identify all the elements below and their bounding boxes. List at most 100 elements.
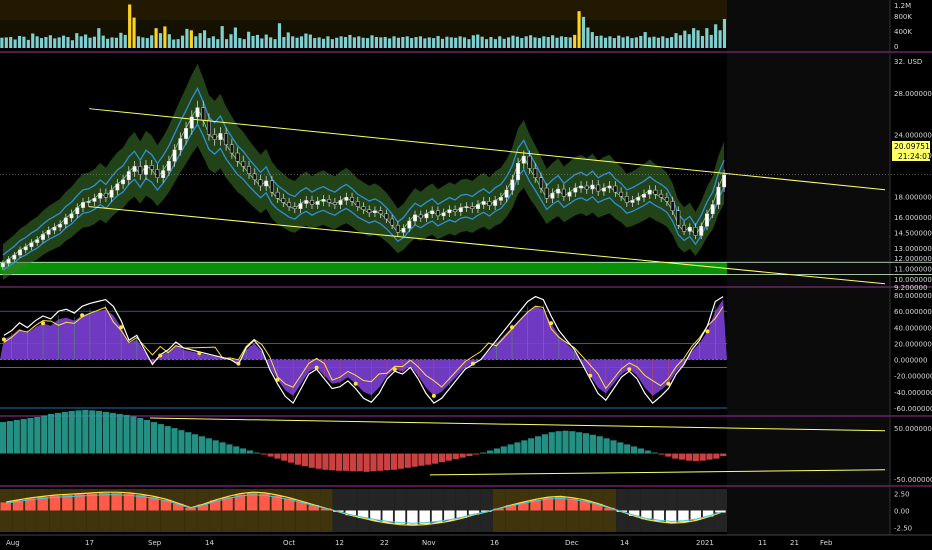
histogram-bar bbox=[41, 415, 48, 454]
candle bbox=[556, 188, 561, 194]
histogram-bar bbox=[6, 421, 14, 454]
volume-bar bbox=[260, 38, 264, 48]
candle bbox=[206, 119, 211, 135]
volume-bar bbox=[546, 37, 550, 48]
histogram-bar bbox=[123, 414, 130, 454]
candle bbox=[607, 185, 612, 189]
oscillator-dot bbox=[236, 361, 241, 366]
volume-bar bbox=[639, 35, 643, 48]
volume-bar bbox=[687, 34, 691, 48]
histogram-bar bbox=[116, 413, 123, 454]
candle bbox=[453, 209, 458, 213]
candle bbox=[613, 185, 618, 193]
volume-bar bbox=[247, 31, 251, 48]
histogram-bar bbox=[404, 453, 411, 468]
bottom-y-tick: -2.50 bbox=[894, 524, 912, 532]
histogram-bar bbox=[630, 446, 638, 454]
bottom-y-tick: 0.00 bbox=[894, 508, 910, 516]
candle bbox=[332, 202, 337, 205]
candle bbox=[166, 161, 171, 171]
histogram-bar bbox=[13, 420, 20, 454]
volume-bar bbox=[128, 4, 132, 49]
histogram-bar bbox=[603, 438, 610, 454]
volume-y-tick: 400K bbox=[894, 28, 912, 36]
candle bbox=[6, 258, 11, 264]
candle bbox=[86, 201, 91, 203]
candle bbox=[304, 200, 309, 204]
volume-bar bbox=[471, 35, 475, 48]
volume-bar bbox=[454, 37, 458, 48]
volume-bar bbox=[361, 37, 365, 48]
candle bbox=[670, 201, 675, 211]
oscillator-dot bbox=[275, 377, 280, 382]
candle bbox=[510, 179, 515, 191]
volume-bar bbox=[35, 36, 39, 48]
volume-bar bbox=[123, 34, 127, 48]
price-y-tick: 14.500000 bbox=[894, 229, 932, 237]
histogram-bar bbox=[685, 453, 693, 461]
bottom-bar bbox=[74, 494, 85, 511]
volume-bar bbox=[529, 35, 533, 48]
trading-chart[interactable]: 1.2M800K400K028.00000024.00000022.000000… bbox=[0, 0, 932, 550]
volume-bar bbox=[573, 34, 577, 48]
volume-bar bbox=[88, 37, 92, 48]
volume-y-tick: 1.2M bbox=[894, 2, 911, 10]
candle bbox=[601, 187, 606, 192]
candle bbox=[367, 209, 372, 214]
candle bbox=[687, 226, 692, 232]
candle bbox=[144, 165, 148, 175]
volume-bar bbox=[383, 37, 387, 48]
volume-bar bbox=[357, 36, 361, 48]
volume-bar bbox=[114, 37, 119, 48]
candle bbox=[395, 224, 400, 233]
histogram-bar bbox=[198, 436, 206, 454]
volume-bar bbox=[625, 36, 630, 48]
histogram-bar bbox=[576, 432, 583, 454]
candle bbox=[115, 183, 120, 191]
histogram-bar bbox=[397, 453, 404, 469]
histogram-bar bbox=[61, 411, 68, 454]
time-axis-tick: 22 bbox=[380, 539, 389, 547]
histogram-bar bbox=[144, 420, 151, 454]
histogram-bar bbox=[336, 453, 343, 471]
future-area bbox=[727, 0, 890, 535]
volume-bar bbox=[458, 36, 462, 48]
histogram-bar bbox=[459, 453, 466, 458]
volume-bar bbox=[343, 37, 348, 48]
volume-bar bbox=[13, 39, 17, 48]
oscillator-dot bbox=[158, 353, 163, 358]
volume-bar bbox=[709, 34, 713, 48]
volume-bar bbox=[515, 36, 519, 48]
bottom-indicator-panel[interactable] bbox=[0, 489, 727, 532]
price-y-tick: 24.000000 bbox=[894, 131, 932, 139]
volume-bar bbox=[603, 37, 608, 48]
volume-bar bbox=[132, 17, 136, 48]
histogram-bar bbox=[212, 440, 219, 454]
candle bbox=[435, 210, 440, 217]
candle bbox=[544, 187, 549, 199]
volume-bar bbox=[101, 35, 105, 48]
volume-y-tick: 0 bbox=[894, 43, 898, 51]
volume-bar bbox=[92, 36, 96, 48]
histogram-bar bbox=[521, 440, 528, 454]
current-price-label: 20.097517 bbox=[894, 142, 932, 151]
volume-bar bbox=[150, 35, 154, 48]
volume-bar bbox=[180, 35, 185, 48]
volume-bar bbox=[577, 11, 581, 48]
candle bbox=[498, 197, 503, 201]
histogram-bar bbox=[541, 434, 548, 454]
histogram-bar bbox=[164, 426, 171, 454]
volume-bar bbox=[26, 39, 30, 48]
price-y-tick: 9.200000 bbox=[894, 284, 927, 292]
volume-bar bbox=[141, 37, 145, 48]
candle bbox=[23, 246, 28, 251]
candle bbox=[390, 218, 395, 226]
candle bbox=[579, 185, 583, 189]
candle bbox=[596, 184, 601, 192]
bottom-bar bbox=[123, 493, 135, 511]
time-axis-tick: 11 bbox=[758, 539, 767, 547]
volume-bar bbox=[348, 34, 352, 48]
histogram-bar bbox=[34, 416, 41, 454]
histogram-bar bbox=[596, 436, 603, 454]
candle bbox=[361, 206, 366, 210]
